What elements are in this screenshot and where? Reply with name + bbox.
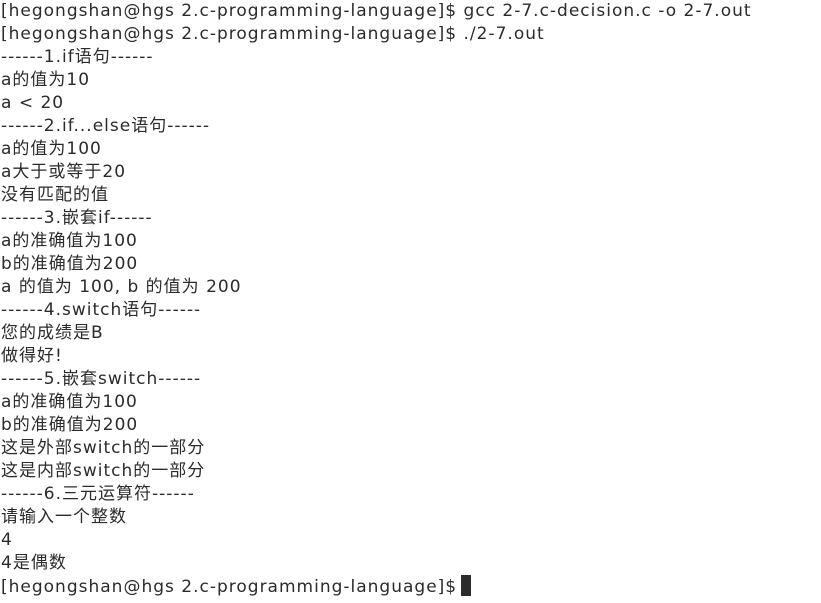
terminal-line: a的值为10: [1, 70, 91, 90]
terminal-line: [hegongshan@hgs 2.c-programming-language…: [1, 1, 752, 21]
terminal-line: b的准确值为200: [1, 254, 139, 274]
terminal-line: a的值为100: [1, 139, 102, 159]
terminal-line: [hegongshan@hgs 2.c-programming-language…: [1, 24, 545, 44]
terminal-line: a 的值为 100, b 的值为 200: [1, 277, 242, 297]
terminal-line: a的准确值为100: [1, 231, 138, 251]
terminal-line: 4: [1, 530, 13, 550]
terminal-line: a < 20: [1, 93, 65, 113]
terminal-line: ------1.if语句------: [1, 47, 154, 67]
text-cursor: [461, 575, 472, 596]
terminal-line: ------6.三元运算符------: [1, 484, 195, 504]
terminal-line: ------2.if...else语句------: [1, 116, 211, 136]
terminal-line: 没有匹配的值: [1, 185, 109, 205]
terminal-window[interactable]: [hegongshan@hgs 2.c-programming-language…: [0, 0, 821, 603]
terminal-line: 请输入一个整数: [1, 507, 127, 527]
terminal-line: ------5.嵌套switch------: [1, 369, 202, 389]
terminal-line: ------4.switch语句------: [1, 300, 202, 320]
terminal-line: a的准确值为100: [1, 392, 138, 412]
terminal-line: 做得好!: [1, 346, 63, 366]
terminal-line: b的准确值为200: [1, 415, 139, 435]
shell-prompt: [hegongshan@hgs 2.c-programming-language…: [1, 577, 458, 597]
terminal-line: ------3.嵌套if------: [1, 208, 153, 228]
terminal-line: a大于或等于20: [1, 162, 127, 182]
terminal-line: 4是偶数: [1, 553, 67, 573]
terminal-line: 这是外部switch的一部分: [1, 438, 206, 458]
terminal-line: 您的成绩是B: [1, 323, 104, 343]
terminal-line: 这是内部switch的一部分: [1, 461, 206, 481]
prompt-line[interactable]: [hegongshan@hgs 2.c-programming-language…: [1, 575, 821, 598]
